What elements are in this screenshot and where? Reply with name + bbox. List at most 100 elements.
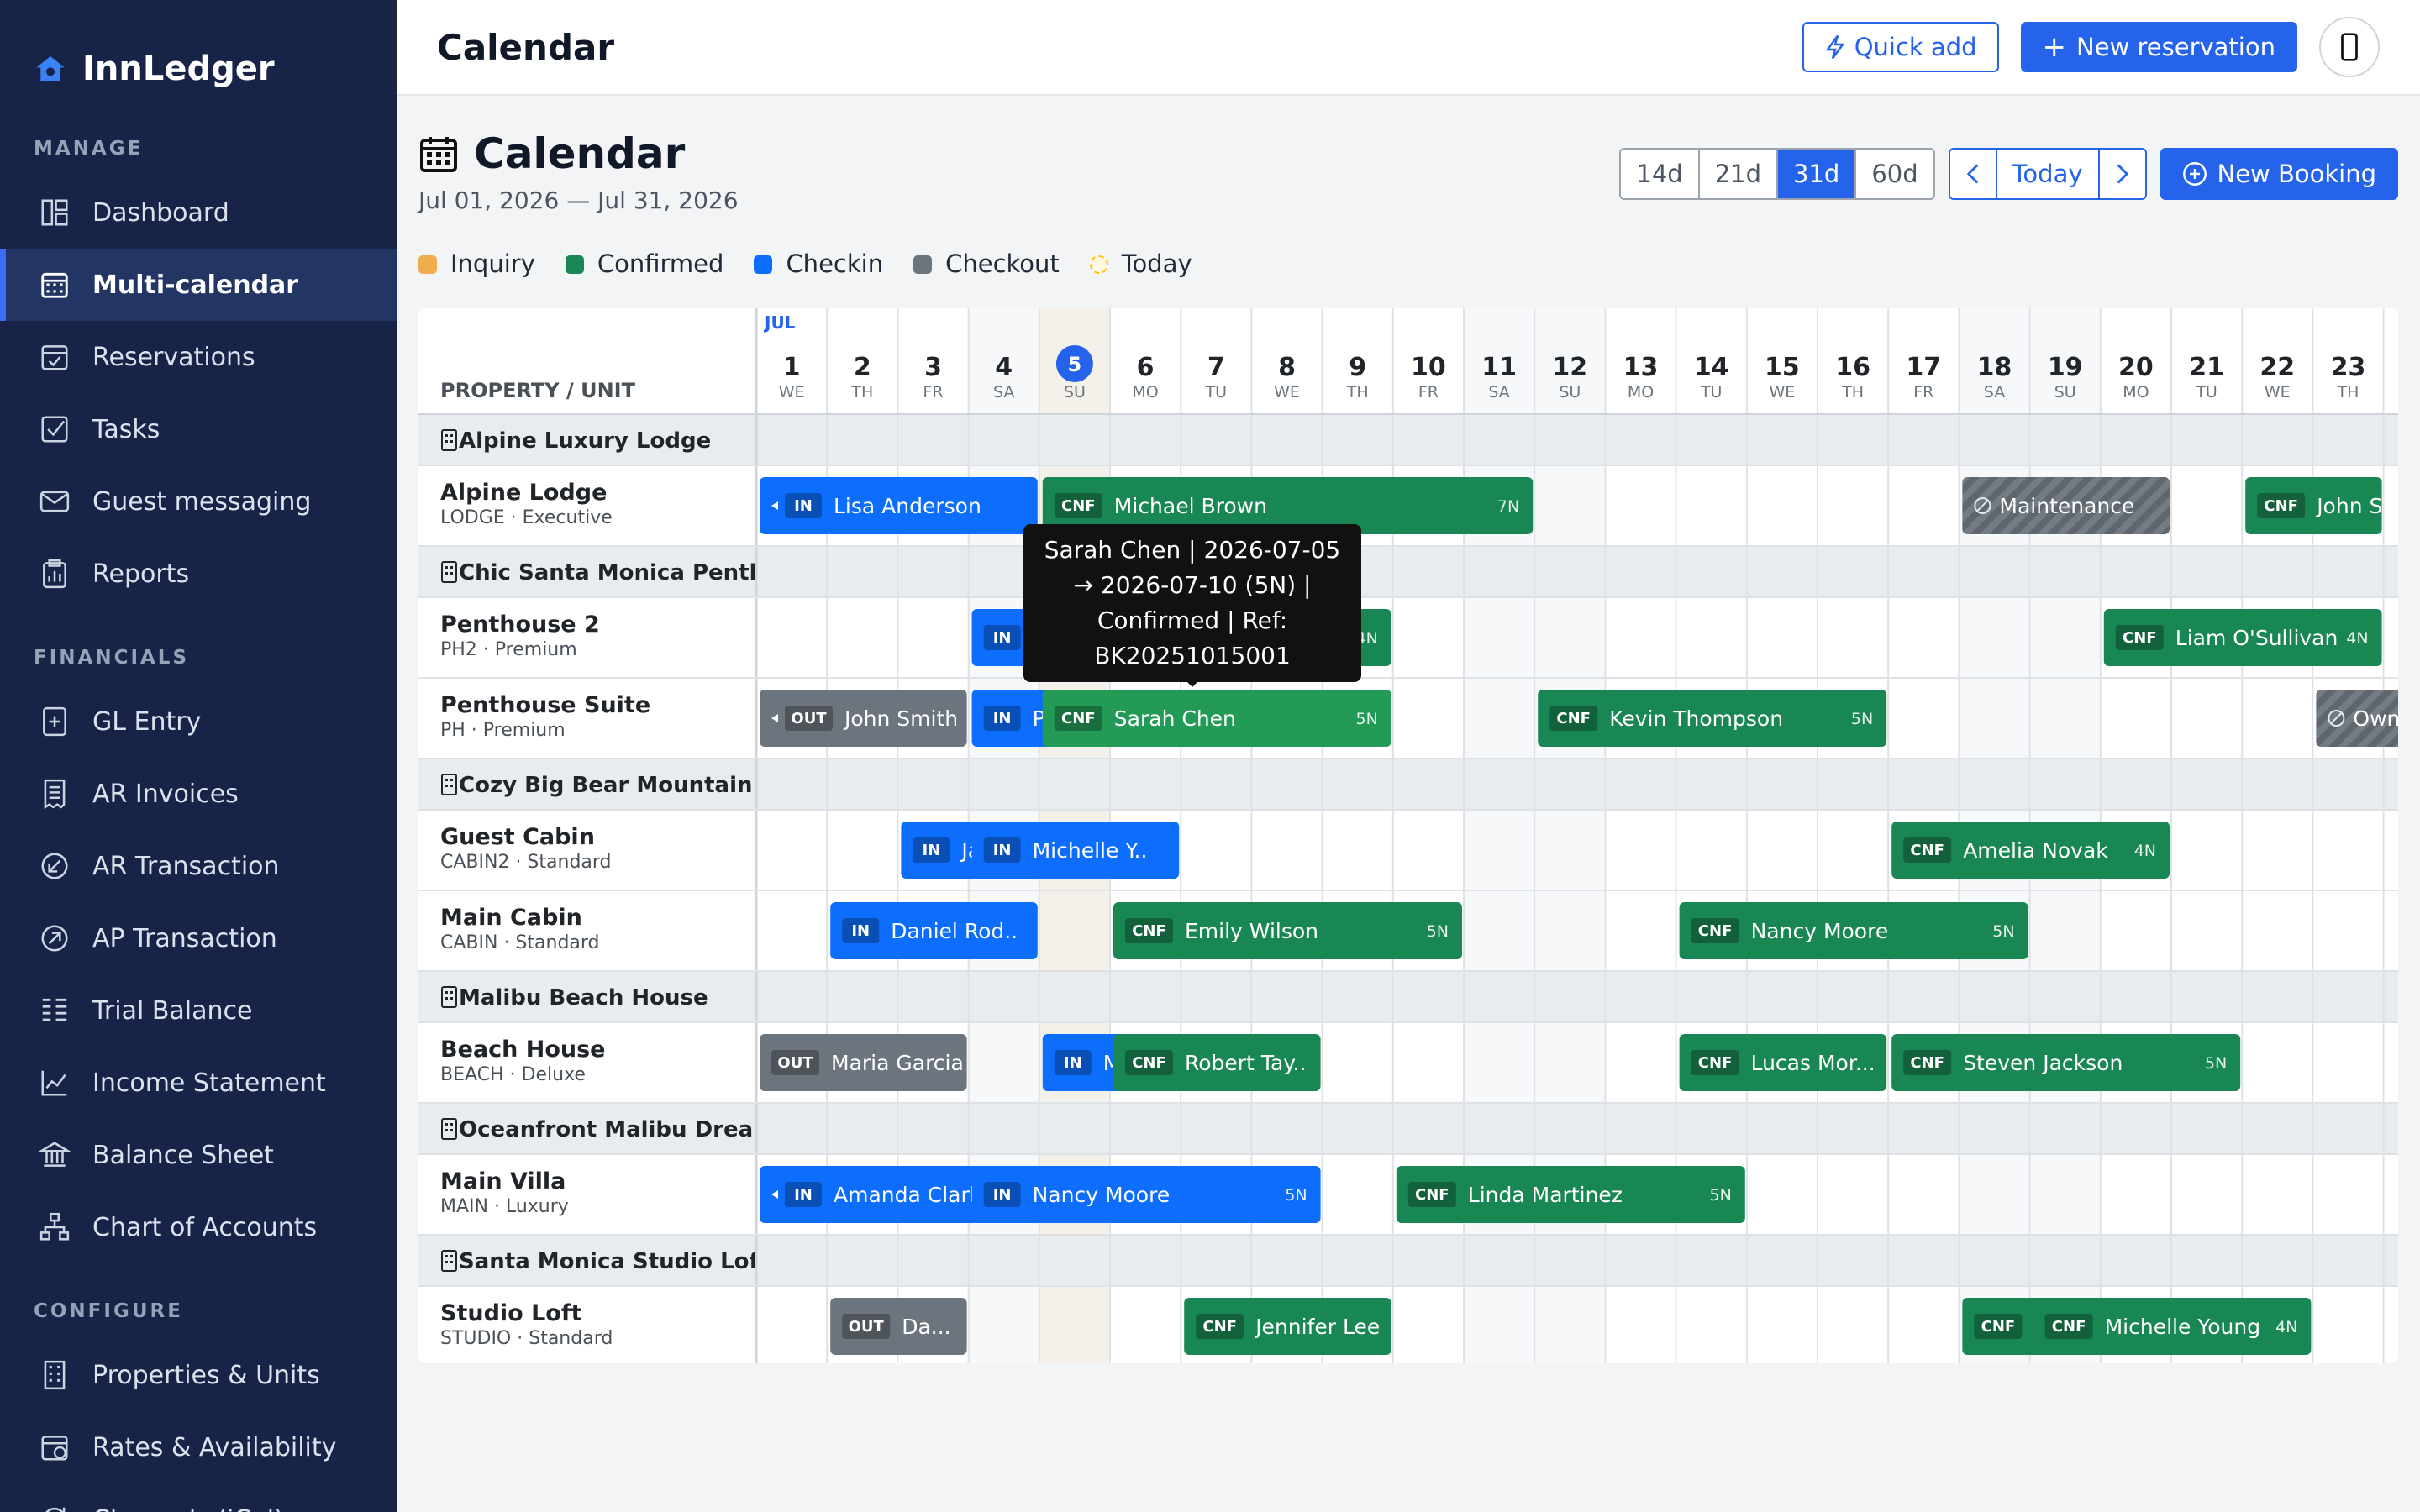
booking-guest-name: Michael Brown xyxy=(1114,494,1267,518)
building-window xyxy=(450,1261,453,1263)
booking-nights: 5N xyxy=(2205,1054,2227,1073)
booking-nights: 7N xyxy=(1497,497,1519,516)
weekday-label: MO xyxy=(2123,383,2149,402)
calendar-svg: PROPERTY / UNITJUL1WE2TH3FR4SA5SU6MO7TU8… xyxy=(418,308,2398,1363)
sidebar-item-label: Dashboard xyxy=(92,197,229,228)
legend-label: Today xyxy=(1121,249,1192,278)
brand-name: InnLedger xyxy=(82,50,275,88)
unit-subtitle: LODGE · Executive xyxy=(440,507,613,528)
sidebar-item-tasks[interactable]: Tasks xyxy=(0,393,397,465)
booking-guest-name: Emily Wilson xyxy=(1185,919,1318,943)
day-number: 10 xyxy=(1411,353,1446,382)
sidebar-item-ap-transaction[interactable]: AP Transaction xyxy=(0,902,397,974)
booking-guest-name: Nancy Moore xyxy=(1033,1183,1171,1207)
weekday-label: TU xyxy=(1700,383,1723,402)
sidebar-item-income-statement[interactable]: Income Statement xyxy=(0,1047,397,1119)
booking-nights: 5N xyxy=(1427,922,1449,941)
sidebar-item-guest-messaging[interactable]: Guest messaging xyxy=(0,465,397,538)
building-window xyxy=(450,1255,453,1257)
booking-tag-text: IN xyxy=(1064,1054,1082,1072)
view-option-14d[interactable]: 14d xyxy=(1621,150,1700,198)
sidebar-item-properties-units[interactable]: Properties & Units xyxy=(0,1339,397,1411)
new-booking-button[interactable]: New Booking xyxy=(2160,148,2398,200)
weekday-label: TH xyxy=(1841,383,1864,402)
next-button[interactable] xyxy=(2099,150,2145,198)
date-range: Jul 01, 2026 — Jul 31, 2026 xyxy=(418,186,739,214)
legend-label: Checkout xyxy=(945,249,1060,278)
sync-icon xyxy=(45,1507,66,1512)
sidebar-item-reservations[interactable]: Reservations xyxy=(0,321,397,393)
building-window xyxy=(445,1261,448,1263)
quick-add-label: Quick add xyxy=(1854,33,1977,61)
property-group-name: Malibu Beach House xyxy=(459,985,708,1011)
sidebar-item-label: AP Transaction xyxy=(92,923,277,953)
unit-name: Beach House xyxy=(440,1037,606,1063)
booking-guest-name: Nancy Moore xyxy=(1751,919,1889,943)
day-number: 5 xyxy=(1068,353,1082,376)
sidebar-item-label: Reports xyxy=(92,559,190,589)
building-window xyxy=(445,785,448,787)
view-option-21d[interactable]: 21d xyxy=(1699,150,1778,198)
booking-guest-name: Lisa Anderson xyxy=(834,494,981,518)
quick-add-button[interactable]: Quick add xyxy=(1802,22,1999,72)
booking-tag-text: OUT xyxy=(777,1054,813,1072)
day-number: 17 xyxy=(1906,353,1941,382)
view-option-60d[interactable]: 60d xyxy=(1856,150,1933,198)
booking-guest-name: Amelia Novak xyxy=(1963,838,2108,863)
building-window xyxy=(450,779,453,781)
user-menu-button[interactable] xyxy=(2319,17,2380,77)
building-window xyxy=(450,566,453,569)
calendar-controls: 14d 21d 31d 60d Today New Booking xyxy=(1619,148,2398,200)
prev-button[interactable] xyxy=(1949,150,1997,198)
legend-item-today: Today xyxy=(1089,249,1192,278)
booking-tag-text: IN xyxy=(993,710,1012,727)
building-window xyxy=(445,1129,448,1131)
weekday-label: MO xyxy=(1132,383,1158,402)
booking-nights: 4N xyxy=(2134,842,2156,860)
booking-nights: 4N xyxy=(2346,629,2368,648)
new-reservation-button[interactable]: + New reservation xyxy=(2020,22,2297,72)
weekday-label: WE xyxy=(2265,383,2291,402)
sidebar-item-trial-balance[interactable]: Trial Balance xyxy=(0,974,397,1047)
calendar-dollar-icon xyxy=(41,1436,68,1461)
day-number: 19 xyxy=(2048,353,2083,382)
status-legend: Inquiry Confirmed Checkin Checkout Today xyxy=(418,249,2398,278)
booking-tag-text: CNF xyxy=(1556,710,1591,727)
weekday-label: MO xyxy=(1628,383,1654,402)
legend-label: Confirmed xyxy=(597,249,724,278)
sidebar-item-multi-calendar[interactable]: Multi-calendar xyxy=(0,249,397,321)
sidebar-item-rates-availability[interactable]: Rates & Availability xyxy=(0,1411,397,1483)
sidebar-section-label: FINANCIALS xyxy=(34,647,190,669)
day-number: 15 xyxy=(1765,353,1800,382)
legend-item-checkout: Checkout xyxy=(913,249,1060,278)
sidebar-item-balance-sheet[interactable]: Balance Sheet xyxy=(0,1119,397,1191)
weekday-label: TH xyxy=(850,383,873,402)
sidebar-item-ar-transaction[interactable]: AR Transaction xyxy=(0,830,397,902)
sidebar-item-ar-invoices[interactable]: AR Invoices xyxy=(0,758,397,830)
building-window xyxy=(450,1123,453,1126)
unit-subtitle: CABIN · Standard xyxy=(440,932,600,953)
day-number: 3 xyxy=(924,353,942,382)
property-group-name: Santa Monica Studio Loft xyxy=(459,1249,769,1274)
sidebar-item-reports[interactable]: Reports xyxy=(0,538,397,610)
booking-tag-text: OUT xyxy=(791,710,827,727)
new-booking-label: New Booking xyxy=(2217,160,2377,188)
booking-tag-text: CNF xyxy=(1981,1318,2016,1336)
sidebar-item-gl-entry[interactable]: GL Entry xyxy=(0,685,397,758)
brand[interactable]: InnLedger xyxy=(0,0,397,106)
weekday-label: SU xyxy=(2054,383,2076,402)
view-option-31d[interactable]: 31d xyxy=(1778,150,1857,198)
booking-guest-name: Amanda Clark xyxy=(834,1183,982,1207)
day-number: 20 xyxy=(2118,353,2154,382)
today-button[interactable]: Today xyxy=(1996,150,2100,198)
sidebar-item-dashboard[interactable]: Dashboard xyxy=(0,176,397,249)
legend-swatch xyxy=(1089,255,1108,274)
property-group-name: Chic Santa Monica Pentho xyxy=(459,560,780,585)
legend-label: Checkin xyxy=(786,249,884,278)
sidebar-item-channels-ical[interactable]: Channels (iCal) xyxy=(0,1483,397,1512)
plus-icon: + xyxy=(2042,30,2067,64)
receipt-icon xyxy=(44,779,66,810)
home-icon xyxy=(36,56,65,81)
sidebar-item-chart-of-accounts[interactable]: Chart of Accounts xyxy=(0,1191,397,1263)
weekday-label: TH xyxy=(1346,383,1369,402)
